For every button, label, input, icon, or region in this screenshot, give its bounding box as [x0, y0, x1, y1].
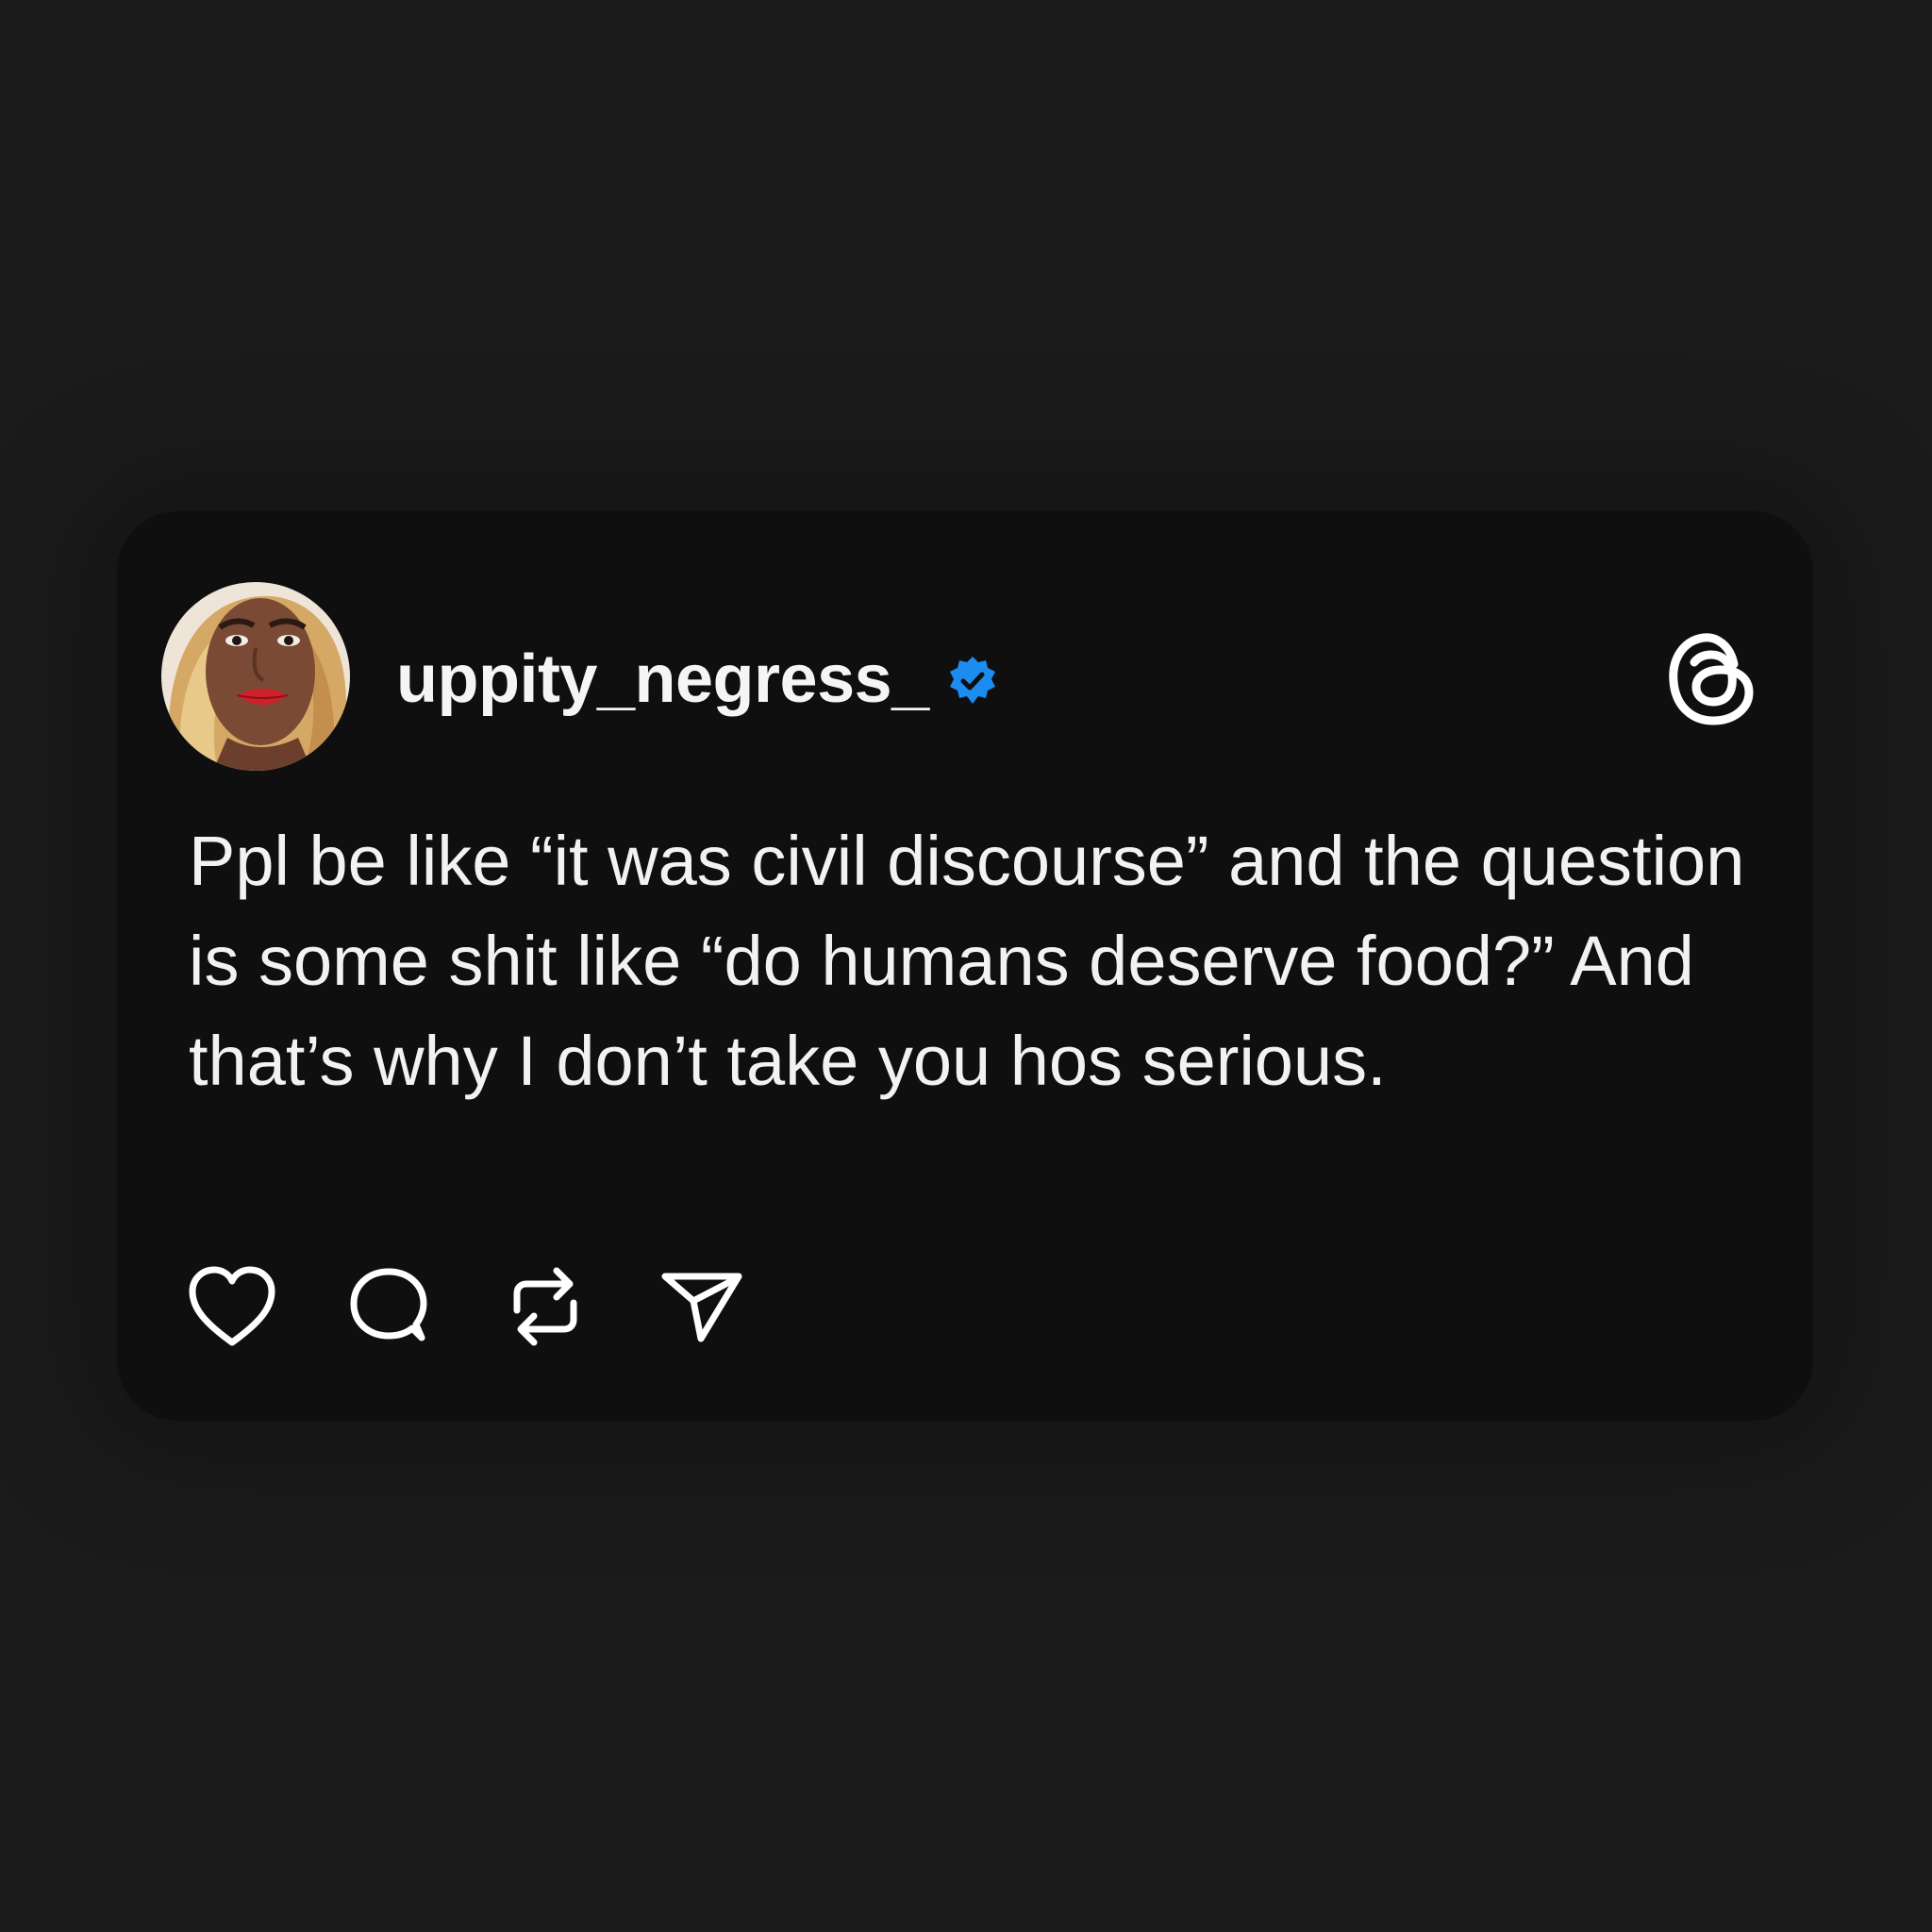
share-icon: [659, 1269, 744, 1349]
repost-icon: [508, 1261, 583, 1357]
like-button[interactable]: [185, 1261, 279, 1356]
threads-post-card: uppity_negress_ Ppl be like “it was civi…: [117, 511, 1813, 1421]
avatar[interactable]: [161, 582, 350, 771]
comment-button[interactable]: [341, 1261, 436, 1356]
share-button[interactable]: [655, 1261, 749, 1356]
repost-button[interactable]: [498, 1261, 592, 1356]
username-row: uppity_negress_: [396, 636, 999, 723]
heart-icon: [187, 1265, 277, 1353]
threads-logo-icon[interactable]: [1664, 626, 1758, 730]
post-text: Ppl be like “it was civil discourse” and…: [189, 822, 1745, 1100]
post-actions: [185, 1261, 811, 1356]
verified-badge-icon: [946, 655, 999, 708]
comment-icon: [346, 1264, 431, 1354]
username[interactable]: uppity_negress_: [396, 645, 929, 713]
